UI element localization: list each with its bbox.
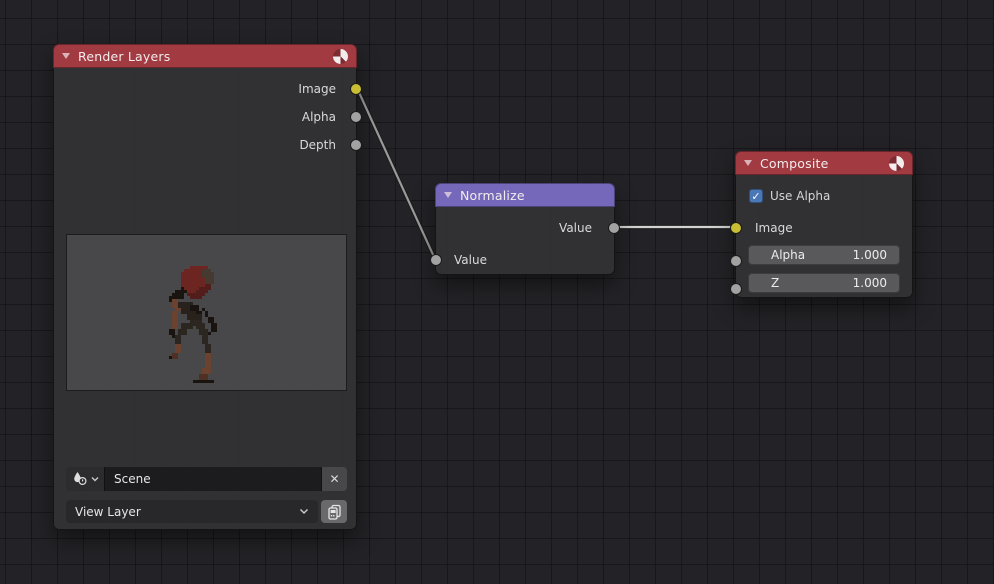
output-row-alpha: Alpha	[54, 103, 356, 131]
render-result-icon	[333, 49, 348, 64]
render-layer-button[interactable]	[321, 500, 347, 523]
render-layers-header[interactable]: Render Layers	[53, 44, 357, 68]
use-alpha-checkbox[interactable]	[749, 189, 763, 203]
input-socket-value[interactable]	[430, 254, 442, 266]
collapse-arrow-icon[interactable]	[744, 160, 752, 166]
collapse-arrow-icon[interactable]	[444, 192, 452, 198]
socket-label-alpha: Alpha	[302, 110, 336, 124]
alpha-value-slider[interactable]: Alpha 1.000	[748, 245, 900, 265]
socket-label-value-in: Value	[454, 253, 487, 267]
node-normalize[interactable]: Normalize Value Value	[435, 183, 615, 275]
output-socket-depth[interactable]	[350, 139, 362, 151]
render-result-icon	[889, 156, 904, 171]
output-row-image: Image	[54, 75, 356, 103]
output-row-depth: Depth	[54, 131, 356, 159]
composite-header[interactable]: Composite	[735, 151, 913, 175]
scene-browse-button[interactable]	[66, 467, 104, 491]
chevron-down-icon	[299, 508, 309, 515]
scene-name-field[interactable]: Scene	[104, 467, 321, 491]
node-editor-canvas[interactable]: Render Layers Image Alpha Depth	[0, 0, 994, 584]
use-alpha-row: Use Alpha	[736, 182, 912, 210]
input-socket-image[interactable]	[730, 222, 742, 234]
node-title: Normalize	[460, 188, 606, 203]
scene-name: Scene	[114, 472, 151, 486]
photo-stack-icon	[327, 504, 342, 520]
node-render-layers[interactable]: Render Layers Image Alpha Depth	[53, 44, 357, 530]
alpha-label: Alpha	[771, 248, 805, 262]
output-socket-value[interactable]	[608, 222, 620, 234]
input-row-image: Image	[736, 214, 912, 242]
output-socket-alpha[interactable]	[350, 111, 362, 123]
input-row-value: Value	[436, 246, 614, 274]
scene-icon	[72, 471, 89, 487]
z-label: Z	[771, 276, 779, 290]
collapse-arrow-icon[interactable]	[62, 53, 70, 59]
scene-unlink-button[interactable]	[321, 467, 347, 491]
view-layer-dropdown[interactable]: View Layer	[66, 500, 318, 523]
z-value-slider[interactable]: Z 1.000	[748, 273, 900, 293]
socket-label-depth: Depth	[299, 138, 336, 152]
socket-label-value-out: Value	[559, 221, 592, 235]
output-row-value: Value	[436, 214, 614, 242]
input-socket-z[interactable]	[730, 283, 742, 295]
view-layer-value: View Layer	[75, 505, 141, 519]
scene-selector-row: Scene	[66, 467, 347, 491]
socket-label-image: Image	[298, 82, 336, 96]
render-preview	[66, 234, 347, 391]
socket-label-image: Image	[755, 221, 793, 235]
view-layer-row: View Layer	[66, 500, 347, 523]
output-socket-image[interactable]	[350, 83, 362, 95]
input-socket-alpha[interactable]	[730, 255, 742, 267]
node-title: Render Layers	[78, 49, 325, 64]
z-value: 1.000	[853, 276, 887, 290]
alpha-value: 1.000	[853, 248, 887, 262]
chevron-down-icon	[91, 476, 99, 482]
link-render-layers-image-to-normalize-value[interactable]	[357, 88, 435, 259]
node-title: Composite	[760, 156, 881, 171]
normalize-header[interactable]: Normalize	[435, 183, 615, 207]
node-composite[interactable]: Composite Use Alpha Image Alpha 1.000 Z …	[735, 151, 913, 298]
use-alpha-label: Use Alpha	[770, 189, 830, 203]
preview-image	[157, 263, 226, 389]
